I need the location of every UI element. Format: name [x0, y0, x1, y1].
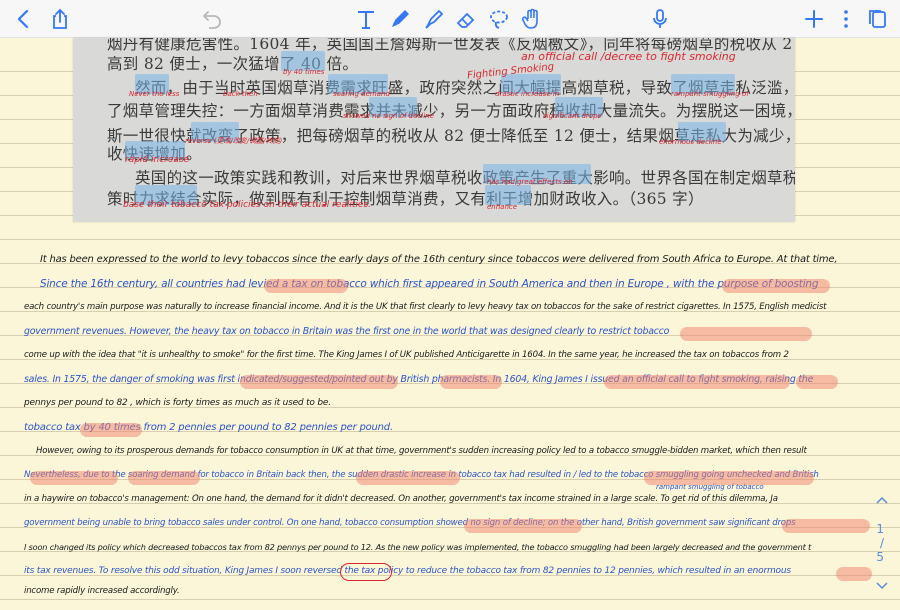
note-line: It has been expressed to the world to le…: [40, 254, 838, 265]
hand-icon[interactable]: [518, 5, 546, 33]
more-icon[interactable]: [832, 5, 860, 33]
handwritten-annotation: rampant smuggling of: [671, 90, 749, 98]
page-total: 5: [876, 550, 884, 564]
handwritten-annotation: has had great effects on: [487, 178, 573, 186]
lasso-icon[interactable]: [485, 5, 513, 33]
note-line: I soon changed its policy which decrease…: [24, 542, 812, 552]
highlighter-icon[interactable]: [420, 5, 448, 33]
note-line: However, owing to its prosperous demands…: [36, 446, 807, 456]
handwritten-annotation: enhance: [487, 203, 518, 211]
highlight-mark: [782, 519, 870, 533]
handwritten-annotation: significant drops: [543, 112, 602, 120]
note-line: its tax revenues. To resolve this odd si…: [24, 566, 791, 576]
share-icon[interactable]: [46, 5, 74, 33]
chevron-down-icon[interactable]: [876, 580, 888, 594]
toolbar: [0, 0, 900, 38]
handwritten-annotation: Never the less: [129, 90, 180, 98]
pasted-text-photo[interactable]: 烟丹有健康危害性。1604 年，英国国王詹姆斯一世发表《反烟檄文》，同年将每磅烟…: [73, 38, 795, 222]
circle-mark: [340, 563, 392, 581]
highlight-mark: [30, 471, 118, 485]
highlight-mark: [128, 471, 200, 485]
highlight-mark: [80, 423, 142, 437]
chevron-left-icon[interactable]: [10, 5, 38, 33]
note-line: income rapidly increased accordingly.: [24, 586, 180, 596]
handwritten-annotation: back then: [223, 90, 258, 98]
pages-icon[interactable]: [864, 5, 892, 33]
chevron-up-icon[interactable]: [876, 494, 888, 508]
highlight-mark: [464, 519, 582, 533]
handwritten-annotation: showed no sign of decline: [343, 112, 434, 120]
plus-icon[interactable]: [800, 5, 828, 33]
note-line: in a haywire on tobacco's management: On…: [24, 494, 778, 504]
microphone-icon[interactable]: [646, 5, 674, 33]
handwritten-annotation: reverse (更改/改变/调整/转变): [185, 137, 283, 145]
page-divider: /: [879, 536, 884, 550]
highlight-mark: [440, 375, 502, 389]
note-line: each country's main purpose was naturall…: [24, 302, 827, 312]
highlight-mark: [485, 185, 531, 205]
highlight-mark: [836, 567, 872, 581]
highlight-mark: [604, 375, 790, 389]
handwritten-annotation: drastic increase in: [495, 90, 560, 98]
highlight-mark: [722, 279, 830, 293]
highlight-mark: [264, 279, 348, 293]
handwritten-annotation: base their tobacco tax policies on their…: [123, 200, 372, 210]
note-line: government being unable to bring tobacco…: [24, 518, 796, 528]
handwritten-annotation: enormous decline: [659, 138, 722, 146]
note-line: Since the 16th century, all countries ha…: [40, 278, 819, 290]
highlight-mark: [240, 375, 398, 389]
highlight-mark: [644, 471, 814, 485]
undo-icon[interactable]: [198, 5, 226, 33]
pen-icon[interactable]: [386, 5, 414, 33]
handwritten-annotation: soaring demand: [333, 90, 390, 98]
highlight-mark: [796, 375, 838, 389]
note-line: pennys per pound to 82 , which is forty …: [24, 398, 331, 408]
cn-text-line: 英国的这一政策实践和教训，对后来世界烟草税收政策产生了重大影响。世界各国在制定烟…: [135, 169, 795, 187]
note-line: government revenues. However, the heavy …: [24, 326, 670, 337]
note-line: come up with the idea that "it is unheal…: [24, 350, 789, 360]
handwritten-annotation: rapid increase: [125, 155, 190, 165]
page-current: 1: [876, 522, 884, 536]
text-tool-icon[interactable]: [352, 5, 380, 33]
eraser-icon[interactable]: [452, 5, 480, 33]
handwritten-annotation: by 40 times: [283, 68, 325, 76]
highlight-mark: [680, 327, 812, 341]
highlight-mark: [356, 471, 460, 485]
cn-text-line: 了烟草管理失控：一方面烟草消费需求并未减少，另一方面政府税收却大量流失。为摆脱这…: [107, 102, 795, 120]
